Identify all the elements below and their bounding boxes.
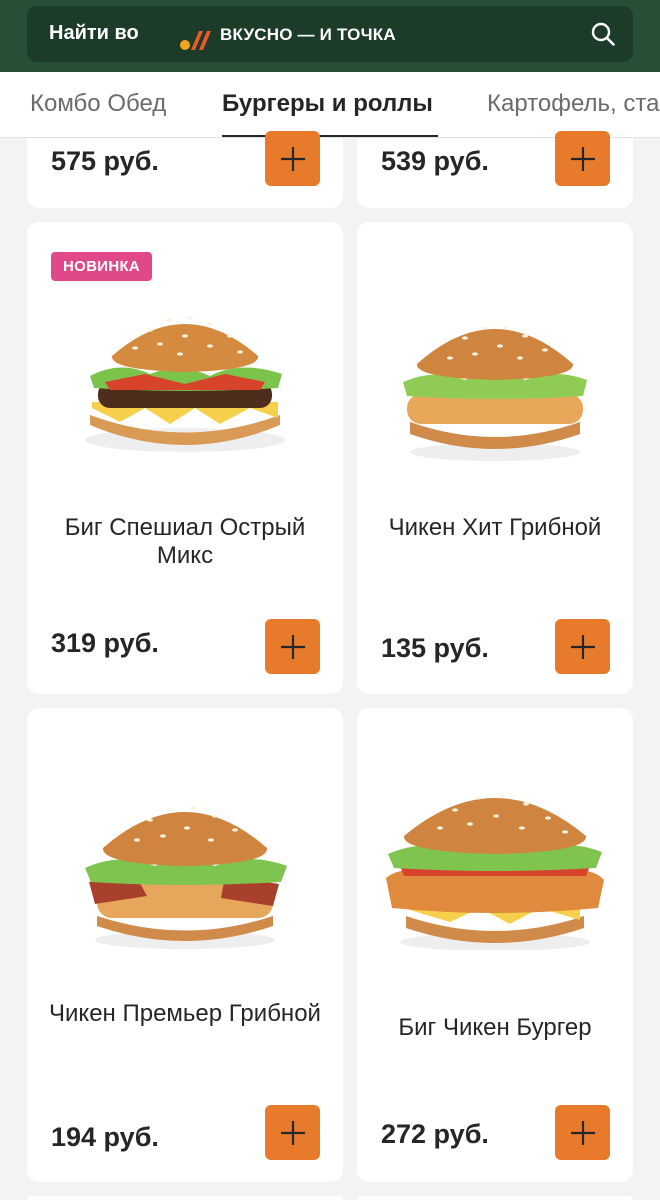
search-bar[interactable]: Найти во ВКУСНО — И ТОЧКА — [27, 6, 633, 62]
plus-icon — [280, 634, 305, 659]
product-name: Биг Чикен Бургер — [398, 1014, 592, 1041]
new-badge: НОВИНКА — [51, 252, 153, 281]
bacon-chicken-burger-icon — [85, 806, 287, 949]
tab-fries[interactable]: Картофель, ста — [487, 90, 659, 118]
top-bar: Найти во ВКУСНО — И ТОЧКА — [0, 0, 660, 72]
add-to-cart-button[interactable] — [555, 1105, 610, 1160]
plus-icon — [570, 1120, 595, 1145]
plus-icon — [280, 1120, 305, 1145]
add-to-cart-button[interactable] — [265, 619, 320, 674]
product-name: Чикен Премьер Грибной — [49, 1000, 321, 1027]
tab-combo-lunch[interactable]: Комбо Обед — [30, 90, 166, 118]
product-price: 319 руб. — [51, 628, 159, 658]
product-card[interactable]: Биг Чикен Бургер 272 руб. — [357, 708, 633, 1182]
product-card[interactable]: НОВИНКА Биг Спешиал Острый Микс 319 руб. — [27, 222, 343, 694]
category-tabs: Комбо Обед Бургеры и роллы Картофель, ст… — [0, 72, 660, 138]
add-to-cart-button[interactable] — [555, 131, 610, 186]
plus-icon — [570, 634, 595, 659]
beef-burger-icon — [85, 316, 285, 452]
product-card[interactable]: 539 руб. — [357, 131, 633, 208]
brand-name: ВКУСНО — И ТОЧКА — [220, 25, 396, 44]
tab-burgers-and-rolls[interactable]: Бургеры и роллы — [222, 90, 433, 118]
search-placeholder-text: Найти во — [49, 22, 139, 44]
product-card[interactable] — [357, 1196, 633, 1200]
product-price: 194 руб. — [51, 1122, 159, 1152]
add-to-cart-button[interactable] — [265, 131, 320, 186]
product-name: Чикен Хит Грибной — [388, 514, 602, 541]
product-price: 539 руб. — [381, 146, 489, 176]
add-to-cart-button[interactable] — [265, 1105, 320, 1160]
add-to-cart-button[interactable] — [555, 619, 610, 674]
product-card[interactable]: Чикен Хит Грибной 135 руб. — [357, 222, 633, 694]
active-tab-indicator — [222, 135, 438, 137]
product-card[interactable]: Чикен Премьер Грибной 194 руб. — [27, 708, 343, 1182]
product-card[interactable]: 575 руб. — [27, 131, 343, 208]
brand-logo-icon — [180, 31, 211, 50]
chicken-burger-icon — [403, 326, 587, 461]
product-price: 575 руб. — [51, 146, 159, 176]
plus-icon — [280, 146, 305, 171]
product-price: 135 руб. — [381, 633, 489, 663]
plus-icon — [570, 146, 595, 171]
product-price: 272 руб. — [381, 1119, 489, 1149]
big-chicken-burger-icon — [386, 794, 604, 950]
product-card[interactable] — [27, 1196, 343, 1200]
search-icon[interactable] — [590, 21, 616, 47]
product-name: Биг Спешиал Острый Микс — [64, 514, 306, 569]
